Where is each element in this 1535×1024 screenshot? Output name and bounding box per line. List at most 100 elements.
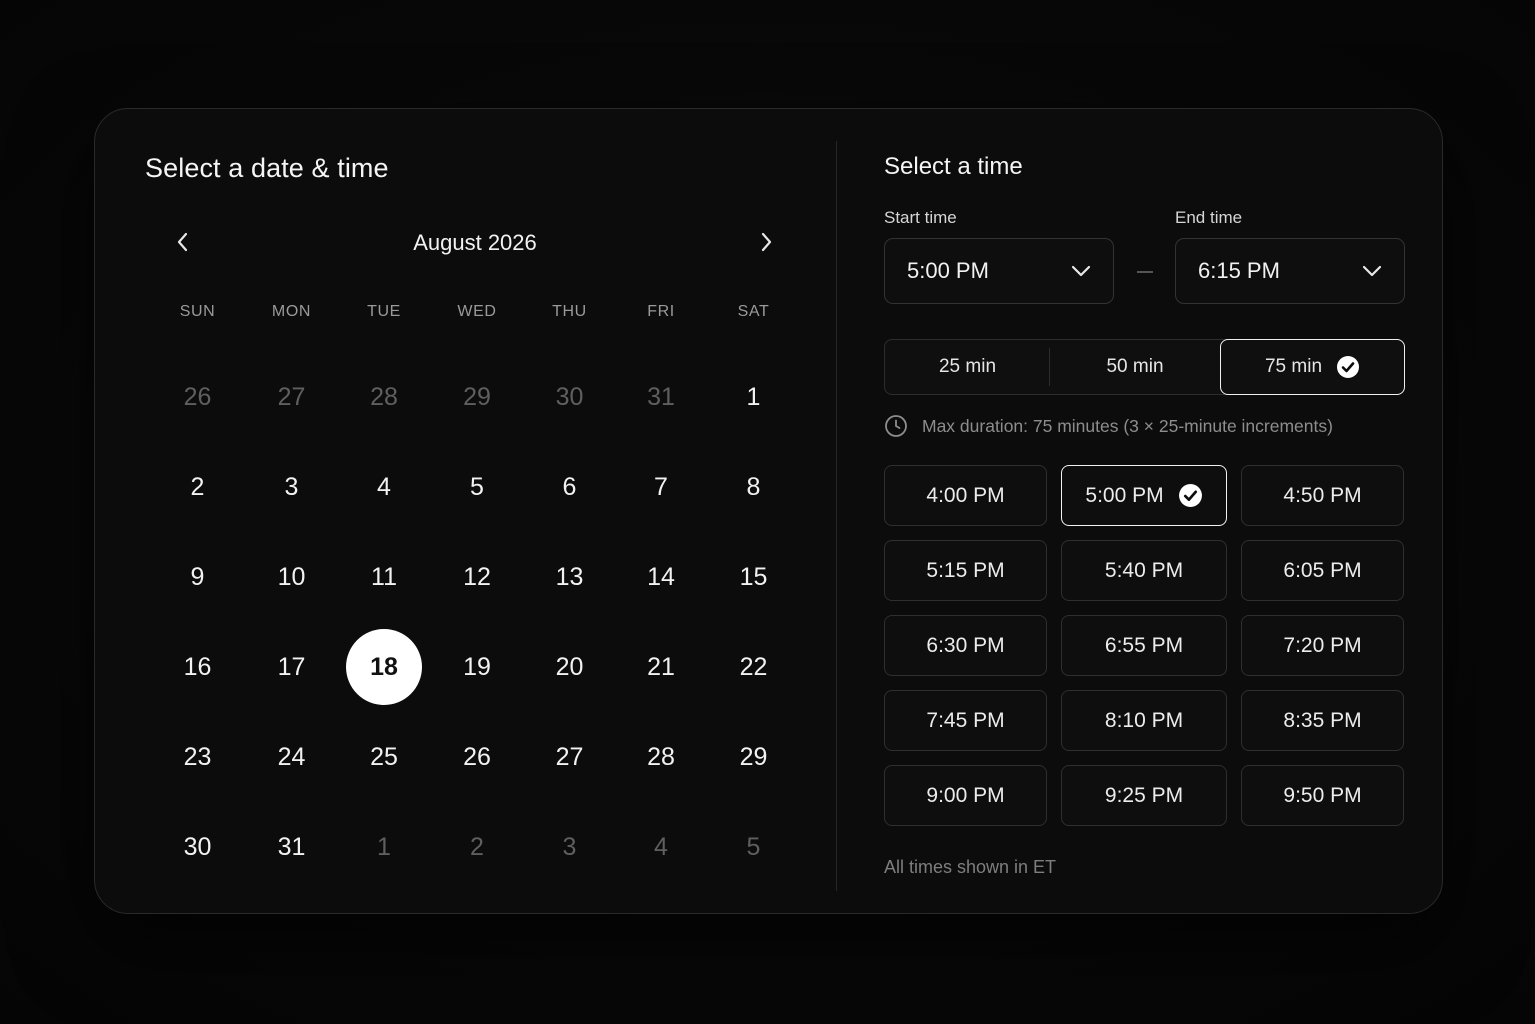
calendar-day-number: 15 xyxy=(739,562,768,591)
calendar-day-number: 3 xyxy=(562,832,577,861)
duration-option[interactable]: 50 min xyxy=(1050,340,1220,394)
time-slot[interactable]: 7:20 PM xyxy=(1241,615,1404,676)
calendar-day-number: 18 xyxy=(346,629,422,705)
calendar-day-number: 17 xyxy=(277,652,306,681)
calendar-day[interactable]: 11 xyxy=(338,532,430,622)
time-slot-label: 9:00 PM xyxy=(926,783,1005,807)
calendar-day[interactable]: 29 xyxy=(430,352,524,442)
time-slot[interactable]: 6:55 PM xyxy=(1061,615,1227,676)
time-slot[interactable]: 7:45 PM xyxy=(884,690,1047,751)
calendar-day[interactable]: 2 xyxy=(150,442,245,532)
calendar-day[interactable]: 4 xyxy=(338,442,430,532)
calendar-grid: 26 27 28 29 30 31 1 2 3 4 5 6 7 8 9 10 11 12 13 14 15 16 17 18 1… xyxy=(150,352,840,892)
time-slot[interactable]: 5:15 PM xyxy=(884,540,1047,601)
calendar-day-number: 16 xyxy=(183,652,212,681)
calendar-day[interactable]: 25 xyxy=(338,712,430,802)
weekday-label: FRI xyxy=(647,303,675,320)
calendar-day-number: 28 xyxy=(647,742,675,771)
prev-month-button[interactable] xyxy=(169,227,197,257)
time-slot[interactable]: 9:00 PM xyxy=(884,765,1047,826)
calendar-day[interactable]: 12 xyxy=(430,532,524,622)
calendar-day[interactable]: 5 xyxy=(430,442,524,532)
time-slot-label: 5:00 PM xyxy=(1085,483,1164,507)
start-time-label: Start time xyxy=(884,208,957,227)
calendar-day[interactable]: 9 xyxy=(150,532,245,622)
calendar-day-number: 29 xyxy=(739,742,768,771)
calendar-day[interactable]: 27 xyxy=(524,712,615,802)
calendar-day[interactable]: 3 xyxy=(245,442,338,532)
end-time-select[interactable]: 6:15 PM xyxy=(1175,238,1405,304)
chevron-down-icon xyxy=(1071,265,1091,277)
calendar-day[interactable]: 17 xyxy=(245,622,338,712)
calendar-day-number: 8 xyxy=(746,472,761,501)
calendar-day[interactable]: 1 xyxy=(707,352,800,442)
time-slot[interactable]: 6:05 PM xyxy=(1241,540,1404,601)
weekday-header: SUN MON TUE WED THU FRI SAT xyxy=(150,303,840,321)
time-slot-selected[interactable]: 5:00 PM xyxy=(1061,465,1227,526)
calendar-day[interactable]: 15 xyxy=(707,532,800,622)
calendar-day-number: 24 xyxy=(277,742,306,771)
time-slot[interactable]: 8:35 PM xyxy=(1241,690,1404,751)
calendar-day-number: 26 xyxy=(463,742,491,771)
time-slot-grid: 4:00 PM 5:00 PM 4:50 PM 5:15 PM 5:40 PM 6:05 … xyxy=(884,465,1405,826)
calendar-day-number: 23 xyxy=(183,742,212,771)
calendar-day[interactable]: 20 xyxy=(524,622,615,712)
start-time-select[interactable]: 5:00 PM xyxy=(884,238,1114,304)
calendar-day[interactable]: 29 xyxy=(707,712,800,802)
calendar-day[interactable]: 19 xyxy=(430,622,524,712)
calendar-day[interactable]: 3 xyxy=(524,802,615,892)
calendar-day-number: 2 xyxy=(190,472,205,501)
calendar-day[interactable]: 8 xyxy=(707,442,800,532)
calendar-day-number: 19 xyxy=(463,652,491,681)
calendar-day[interactable]: 13 xyxy=(524,532,615,622)
range-dash xyxy=(1137,271,1153,273)
time-slot[interactable]: 8:10 PM xyxy=(1061,690,1227,751)
duration-option[interactable]: 25 min xyxy=(885,340,1050,394)
time-slot-label: 6:05 PM xyxy=(1283,558,1362,582)
calendar-day[interactable]: 14 xyxy=(615,532,707,622)
check-circle-icon xyxy=(1337,356,1360,378)
calendar-day[interactable]: 30 xyxy=(150,802,245,892)
calendar-day[interactable]: 30 xyxy=(524,352,615,442)
time-slot[interactable]: 4:00 PM xyxy=(884,465,1047,526)
calendar-day-number: 4 xyxy=(654,832,668,861)
calendar-day[interactable]: 5 xyxy=(707,802,800,892)
time-slot[interactable]: 9:25 PM xyxy=(1061,765,1227,826)
calendar-day[interactable]: 31 xyxy=(245,802,338,892)
calendar-day[interactable]: 7 xyxy=(615,442,707,532)
calendar-day[interactable]: 1 xyxy=(338,802,430,892)
next-month-button[interactable] xyxy=(752,227,780,257)
calendar-day[interactable]: 16 xyxy=(150,622,245,712)
time-slot[interactable]: 9:50 PM xyxy=(1241,765,1404,826)
time-slot-label: 6:55 PM xyxy=(1104,633,1184,657)
calendar-day[interactable]: 28 xyxy=(338,352,430,442)
calendar-day-selected[interactable]: 18 xyxy=(338,622,430,712)
calendar-day[interactable]: 31 xyxy=(615,352,707,442)
calendar-day[interactable]: 22 xyxy=(707,622,800,712)
calendar-day[interactable]: 26 xyxy=(430,712,524,802)
end-time-value: 6:15 PM xyxy=(1198,258,1280,283)
calendar-day[interactable]: 26 xyxy=(150,352,245,442)
time-slot-label: 5:40 PM xyxy=(1104,558,1184,582)
end-time-label: End time xyxy=(1175,208,1243,227)
time-slot[interactable]: 6:30 PM xyxy=(884,615,1047,676)
timezone-note: All times shown in ET xyxy=(884,857,1057,877)
calendar-day[interactable]: 24 xyxy=(245,712,338,802)
calendar-day[interactable]: 6 xyxy=(524,442,615,532)
calendar-day[interactable]: 10 xyxy=(245,532,338,622)
calendar-day-number: 22 xyxy=(739,652,768,681)
calendar-day-number: 14 xyxy=(647,562,675,591)
calendar-day-number: 27 xyxy=(555,742,584,771)
duration-option[interactable]: 75 min xyxy=(1220,339,1405,395)
calendar-day[interactable]: 28 xyxy=(615,712,707,802)
time-slot-label: 9:25 PM xyxy=(1104,783,1184,807)
time-slot[interactable]: 4:50 PM xyxy=(1241,465,1404,526)
calendar-day[interactable]: 23 xyxy=(150,712,245,802)
calendar-day[interactable]: 21 xyxy=(615,622,707,712)
calendar-day-number: 5 xyxy=(470,472,484,501)
calendar-day[interactable]: 4 xyxy=(615,802,707,892)
calendar-day[interactable]: 2 xyxy=(430,802,524,892)
duration-option-label: 50 min xyxy=(1106,356,1164,377)
time-slot[interactable]: 5:40 PM xyxy=(1061,540,1227,601)
calendar-day[interactable]: 27 xyxy=(245,352,338,442)
